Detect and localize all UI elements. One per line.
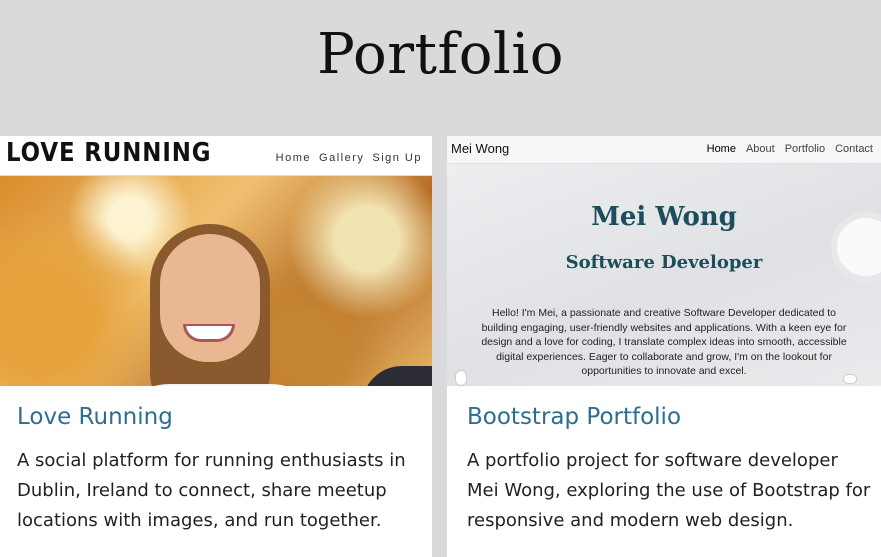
page-title: Portfolio (317, 22, 564, 87)
thumbnail-logo: LOVE RUNNING (6, 138, 212, 168)
thumbnail-nav-signup: Sign Up (372, 152, 422, 164)
project-thumbnail[interactable]: LOVE RUNNING Home Gallery Sign Up (0, 136, 432, 386)
thumbnail-hero-role: Software Developer (565, 252, 763, 273)
thumbnail-brand: Mei Wong (451, 141, 510, 156)
project-title[interactable]: Bootstrap Portfolio (467, 404, 681, 430)
runner-arm (362, 366, 432, 386)
project-description: A social platform for running enthusiast… (17, 450, 406, 531)
thumbnail-nav-portfolio: Portfolio (784, 143, 826, 155)
thumbnail-nav-contact: Contact (835, 143, 873, 155)
thumbnail-nav-links: Home About Portfolio Contact (707, 143, 873, 155)
thumbnail-nav-home: Home (275, 152, 312, 164)
runner-face (160, 234, 260, 362)
thumbnail-nav-links: Home Gallery Sign Up (276, 152, 422, 164)
project-description: A portfolio project for software develop… (467, 450, 871, 531)
thumbnail-hero-name: Mei Wong (591, 202, 737, 232)
earbud-image (455, 370, 467, 386)
thumbnail-nav-gallery: Gallery (319, 152, 365, 164)
project-card-bootstrap-portfolio[interactable]: Mei Wong Home About Portfolio Contact Me… (447, 136, 881, 557)
project-title[interactable]: Love Running (17, 404, 173, 430)
runner-shirt (110, 384, 330, 386)
thumbnail-navbar: LOVE RUNNING Home Gallery Sign Up (0, 136, 432, 176)
project-card-love-running[interactable]: LOVE RUNNING Home Gallery Sign Up Love R… (0, 136, 432, 557)
thumbnail-hero-bio: Hello! I'm Mei, a passionate and creativ… (481, 307, 847, 377)
runner-hero-image (0, 176, 432, 386)
thumbnail-nav-about: About (745, 143, 775, 155)
thumbnail-navbar: Mei Wong Home About Portfolio Contact (447, 136, 881, 164)
project-thumbnail[interactable]: Mei Wong Home About Portfolio Contact Me… (447, 136, 881, 386)
thumbnail-nav-home: Home (706, 143, 736, 155)
